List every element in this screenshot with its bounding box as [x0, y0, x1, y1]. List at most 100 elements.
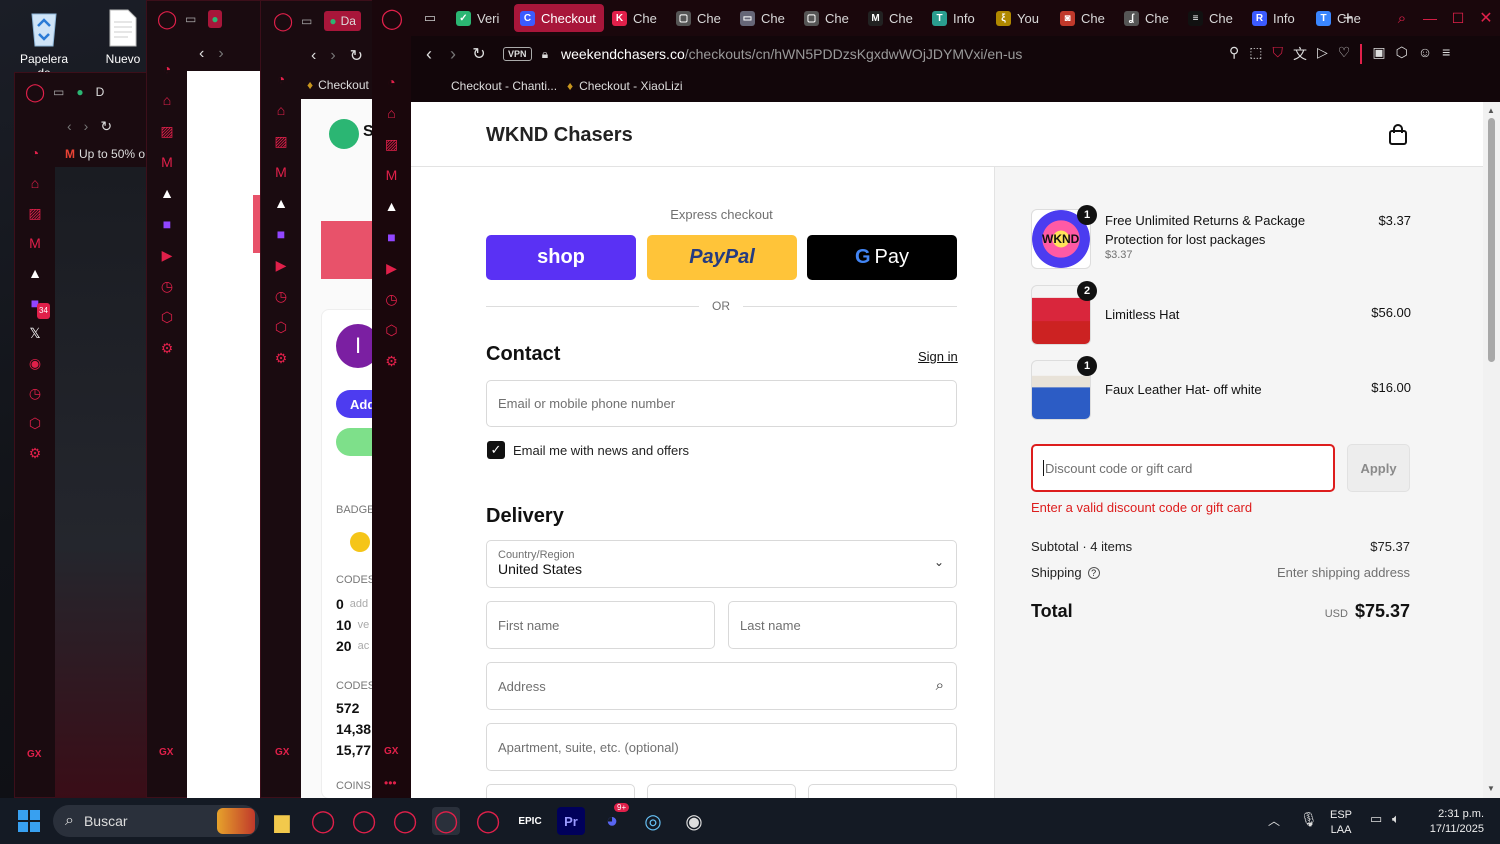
url-field[interactable]: weekendchasers.co/checkouts/cn/hWN5PDDzs… — [561, 46, 1022, 62]
browser-tab[interactable]: R Info — [1246, 4, 1308, 32]
browser-tab[interactable]: ◙ Che — [1054, 4, 1116, 32]
history-icon[interactable]: ◷ — [27, 385, 43, 401]
gx-cleaner-icon[interactable]: ▨ — [159, 123, 175, 139]
browser-tab[interactable]: ξ You — [990, 4, 1052, 32]
settings-icon[interactable]: ⚙ — [27, 445, 43, 461]
browser-tab[interactable]: K Che — [606, 4, 668, 32]
taskbar-search[interactable]: ⌕ Buscar — [53, 805, 259, 837]
close-icon[interactable]: ✕ — [1476, 8, 1496, 28]
premiere-icon[interactable]: Pr — [557, 807, 585, 835]
browser-tab[interactable]: ▢ Che — [670, 4, 732, 32]
player-icon[interactable]: ▶ — [273, 257, 289, 273]
browser-tab[interactable]: ▭ Che — [734, 4, 796, 32]
extensions-icon[interactable]: ⬡ — [27, 415, 43, 431]
shop-pay-button[interactable]: shop — [486, 235, 636, 280]
heart-icon[interactable]: ♡ — [1338, 44, 1351, 64]
reload-icon[interactable]: ↻ — [100, 118, 112, 135]
network-icon[interactable]: ▭ — [1370, 811, 1382, 827]
settings-icon[interactable]: ⚙ — [273, 350, 289, 366]
more-icon[interactable]: ••• — [384, 776, 397, 790]
state-field[interactable] — [647, 784, 796, 798]
address-field[interactable]: Address ⌕ — [486, 662, 957, 710]
opera-logo-icon[interactable]: ◯ — [380, 6, 404, 30]
paypal-button[interactable]: PayPal — [647, 235, 797, 280]
player-icon[interactable]: ▶ — [159, 247, 175, 263]
new-tab-icon[interactable]: + — [1338, 8, 1358, 28]
mail-icon[interactable]: M — [273, 164, 289, 180]
country-select[interactable]: Country/Region United States ⌄ — [486, 540, 957, 588]
twitch-icon[interactable]: ■ — [384, 229, 400, 245]
scroll-down-icon[interactable]: ▼ — [1487, 784, 1495, 793]
google-pay-button[interactable]: G Pay — [807, 235, 957, 280]
forward-icon[interactable]: › — [330, 47, 335, 65]
back-window-2[interactable]: ◯ ▭ ● ◔ ⌂ ▨ M ▲ ■ ▶ ◷ ⬡ ⚙ ‹ › GX — [146, 0, 267, 799]
forward-icon[interactable]: › — [218, 45, 223, 63]
spotify-icon[interactable]: ◉ — [27, 355, 43, 371]
back-window-1[interactable]: ◯ ▭ ● D ◔ ⌂ ▨ M ▲ ■ 34 𝕏 ◉ ◷ ⬡ ⚙ ‹ › ↻ M Up… — [14, 72, 155, 799]
bookmark-item[interactable]: Checkout - Chanti... — [451, 79, 557, 93]
scroll-up-icon[interactable]: ▲ — [1487, 106, 1495, 115]
desktop-icon-recycle-bin[interactable]: Papelera de — [12, 8, 76, 80]
chevron-up-icon[interactable]: ︿ — [1268, 812, 1280, 829]
back-icon[interactable]: ‹ — [311, 47, 316, 65]
extensions-icon[interactable]: ⬡ — [384, 322, 400, 338]
zip-field[interactable] — [808, 784, 957, 798]
x-icon[interactable]: 𝕏 — [27, 325, 43, 341]
history-icon[interactable]: ◷ — [159, 278, 175, 294]
opera-gx-icon[interactable]: ◯ — [474, 807, 502, 835]
bag-icon[interactable] — [1387, 124, 1409, 146]
browser-tab[interactable]: ✓ Veri — [450, 4, 512, 32]
gx-cleaner-icon[interactable]: ▨ — [27, 205, 43, 221]
extensions-icon[interactable]: ⬡ — [1396, 44, 1408, 64]
windows-start-icon[interactable] — [18, 810, 40, 832]
history-icon[interactable]: ◷ — [273, 288, 289, 304]
menu-icon[interactable]: ≡ — [1442, 44, 1450, 64]
file-explorer-icon[interactable]: ▆ — [268, 807, 296, 835]
bookmark-item[interactable]: ♦ Checkout - XiaoLizi — [567, 79, 683, 93]
back-icon[interactable]: ‹ — [199, 45, 204, 63]
maximize-icon[interactable]: ☐ — [1448, 8, 1468, 28]
search-icon[interactable]: ⌕ — [1392, 8, 1412, 28]
opera-gx-icon[interactable]: ◯ — [309, 807, 337, 835]
pin-icon[interactable]: ⚲ — [1229, 44, 1239, 64]
opera-gx-icon[interactable]: ◯ — [432, 807, 460, 835]
reload-icon[interactable]: ↻ — [469, 44, 489, 64]
store-name[interactable]: WKND Chasers — [486, 124, 633, 147]
settings-icon[interactable]: ⚙ — [159, 340, 175, 356]
last-name-field[interactable]: Last name — [728, 601, 957, 649]
browser-tab[interactable]: T Info — [926, 4, 988, 32]
obs-icon[interactable]: ◉ — [680, 807, 708, 835]
gx-corner-icon[interactable]: ⌂ — [159, 92, 175, 108]
twitch-icon[interactable]: ■ — [273, 226, 289, 242]
opera-gx-icon[interactable]: ◯ — [350, 807, 378, 835]
forward-icon[interactable]: › — [443, 44, 463, 64]
bookmark-label[interactable]: Up to 50% o — [79, 147, 145, 161]
back-icon[interactable]: ‹ — [67, 118, 72, 134]
reload-icon[interactable]: ↻ — [350, 46, 363, 66]
city-field[interactable] — [486, 784, 635, 798]
browser-tab[interactable]: ▢ Che — [798, 4, 860, 32]
profile-icon[interactable]: ☺ — [1418, 44, 1432, 64]
gx-corner-icon[interactable]: ⌂ — [27, 175, 43, 191]
history-icon[interactable]: ◷ — [384, 291, 400, 307]
gx-cleaner-icon[interactable]: ▨ — [384, 136, 400, 152]
back-icon[interactable]: ‹ — [419, 44, 439, 64]
browser-tab[interactable]: ʆ Che — [1118, 4, 1180, 32]
shield-icon[interactable]: ⛉ — [1273, 44, 1284, 64]
vpn-badge[interactable]: VPN — [503, 47, 532, 61]
page-scrollbar[interactable]: ▲ ▼ — [1483, 102, 1500, 798]
epic-games-icon[interactable]: EPIC — [516, 807, 544, 835]
opera-gx-icon[interactable]: ◯ — [391, 807, 419, 835]
email-field[interactable]: Email or mobile phone number — [486, 380, 957, 427]
mail-icon[interactable]: M — [384, 167, 400, 183]
forward-icon[interactable]: › — [84, 118, 89, 134]
aria-icon[interactable]: ▲ — [384, 198, 400, 214]
gx-corner-icon[interactable]: ⌂ — [273, 102, 289, 118]
tab-label[interactable]: D — [96, 85, 105, 99]
wallet-icon[interactable]: ▣ — [1372, 44, 1385, 64]
aria-icon[interactable]: ▲ — [159, 185, 175, 201]
lock-icon[interactable]: 🔒︎ — [537, 45, 553, 63]
steam-icon[interactable]: ◎ — [639, 807, 667, 835]
extensions-icon[interactable]: ⬡ — [273, 319, 289, 335]
microphone-icon[interactable]: 🎙︎ — [1300, 811, 1318, 828]
